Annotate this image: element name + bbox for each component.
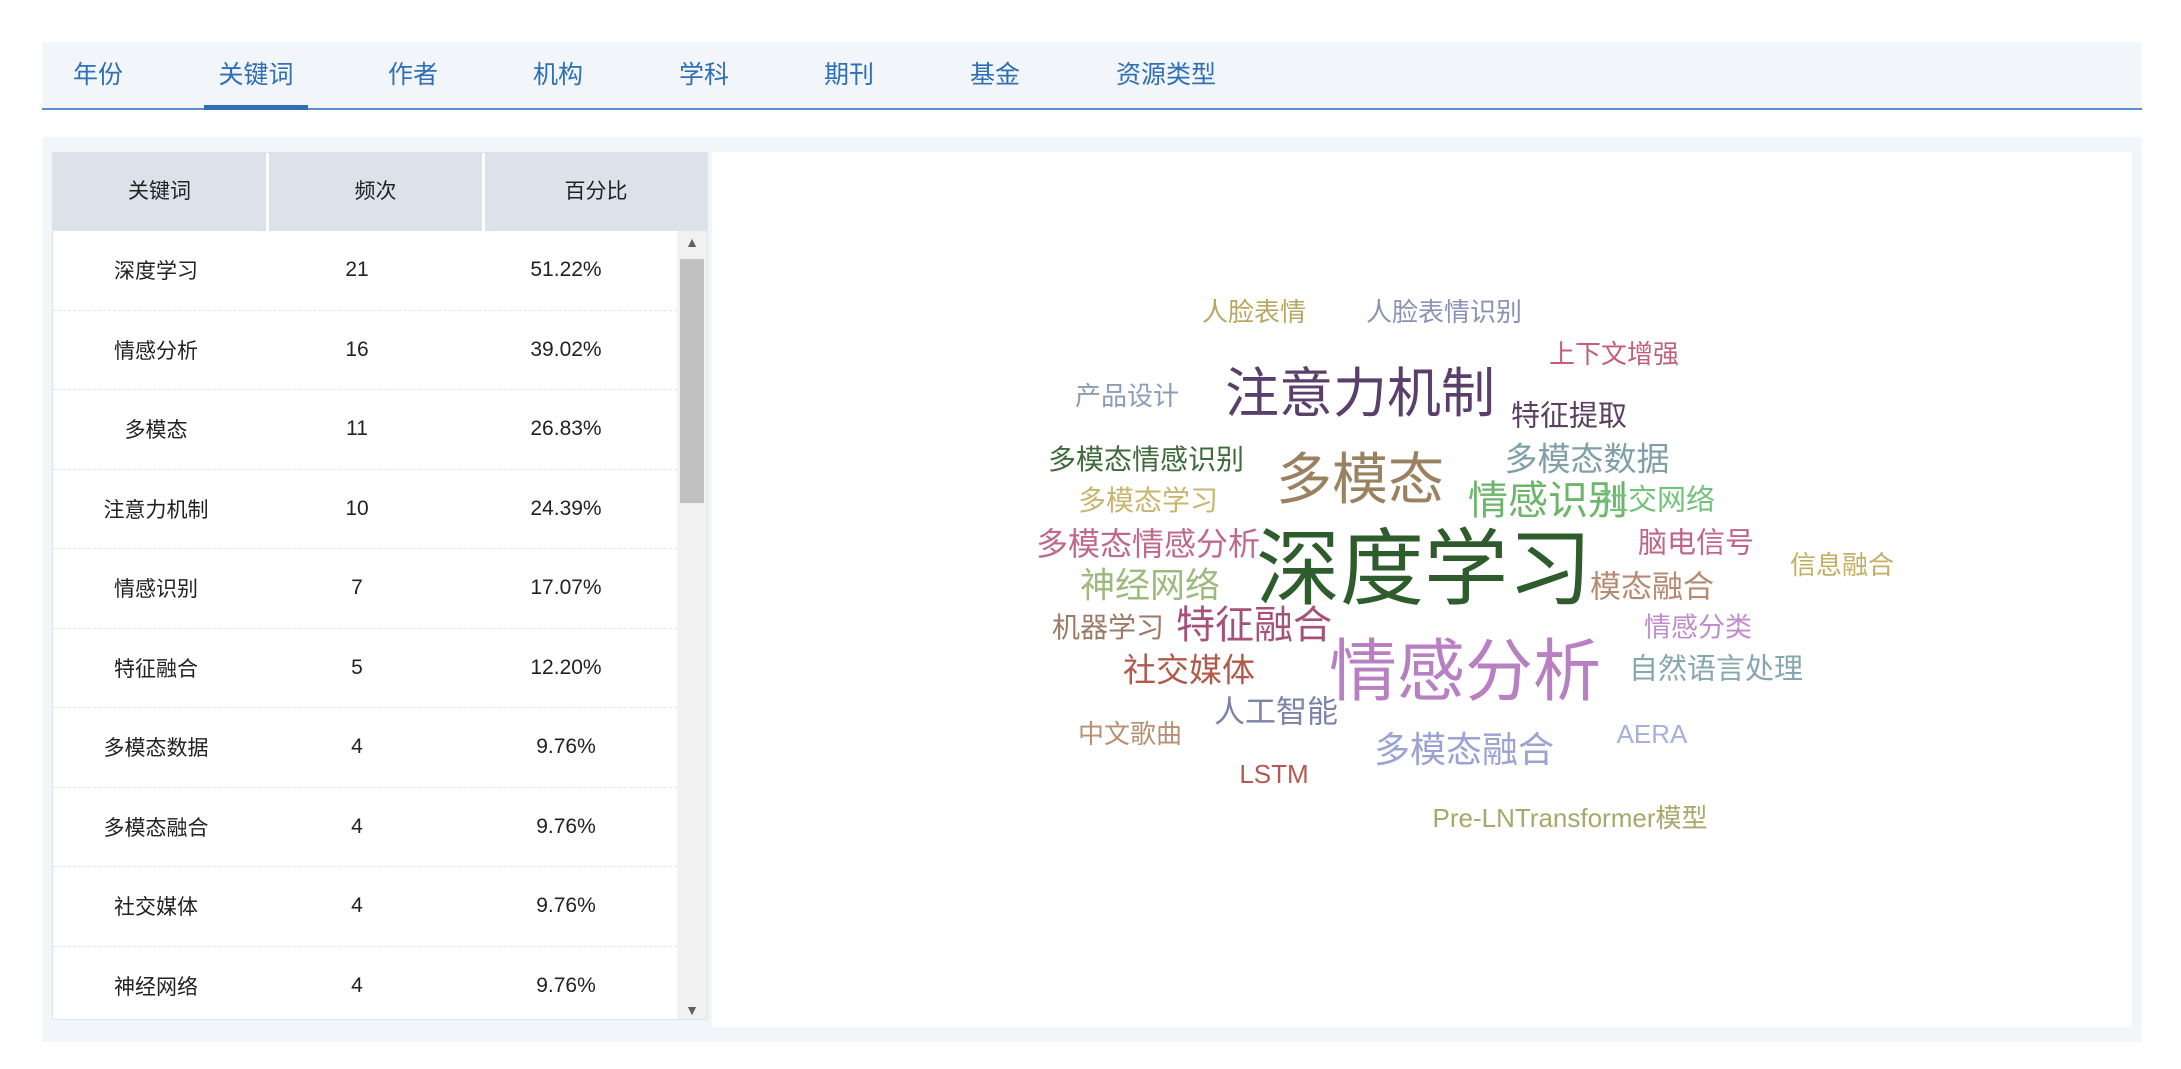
cell-percentage: 9.76% xyxy=(536,894,596,918)
word-cloud-word[interactable]: 社交媒体 xyxy=(1123,654,1255,687)
tab-institution[interactable]: 机构 xyxy=(532,42,584,108)
cell-keyword: 多模态数据 xyxy=(103,737,209,761)
word-cloud-word[interactable]: 人脸表情识别 xyxy=(1366,299,1522,325)
scrollbar-thumb[interactable] xyxy=(680,259,704,503)
word-cloud-word[interactable]: 脑电信号 xyxy=(1638,529,1754,559)
word-cloud-word[interactable]: Pre-LNTransformer模型 xyxy=(1433,805,1708,831)
cell-keyword: 社交媒体 xyxy=(114,896,198,920)
table-row[interactable]: 多模态 11 26.83% xyxy=(53,390,677,470)
word-cloud-word[interactable]: 多模态 xyxy=(1276,452,1444,508)
table-row[interactable]: 情感识别 7 17.07% xyxy=(53,549,677,629)
table-row[interactable]: 特征融合 5 12.20% xyxy=(53,629,677,708)
table-body: 深度学习 21 51.22% 情感分析 16 39.02% 多模态 11 26.83% 注意… xyxy=(53,231,677,1020)
word-cloud-word[interactable]: 多模态学习 xyxy=(1078,487,1218,515)
header-frequency[interactable]: 频次 xyxy=(269,153,485,231)
cell-keyword: 深度学习 xyxy=(114,260,198,284)
cell-percentage: 12.20% xyxy=(530,655,602,679)
word-cloud-word[interactable]: 特征融合 xyxy=(1176,607,1332,646)
tab-keyword[interactable]: 关键词 xyxy=(204,42,308,110)
tab-bar: 年份 关键词 作者 机构 学科 期刊 基金 资源类型 xyxy=(42,42,2142,110)
cell-frequency: 4 xyxy=(351,814,363,838)
word-cloud-word[interactable]: 机器学习 xyxy=(1052,614,1164,642)
tab-year[interactable]: 年份 xyxy=(72,42,124,108)
table-scrollbar[interactable]: ▲ ▼ xyxy=(677,231,707,1019)
cell-keyword: 特征融合 xyxy=(114,657,198,681)
tab-fund[interactable]: 基金 xyxy=(969,42,1021,108)
cell-frequency: 7 xyxy=(351,576,363,600)
cell-percentage: 26.83% xyxy=(530,417,602,441)
table-row[interactable]: 情感分析 16 39.02% xyxy=(53,311,677,390)
word-cloud-word[interactable]: LSTM xyxy=(1239,761,1308,787)
word-cloud-word[interactable]: 上下文增强 xyxy=(1549,341,1679,367)
table-row[interactable]: 多模态数据 4 9.76% xyxy=(53,708,677,788)
cell-keyword: 神经网络 xyxy=(114,975,198,999)
cell-percentage: 9.76% xyxy=(536,814,596,838)
table-row[interactable]: 多模态融合 4 9.76% xyxy=(53,788,677,867)
word-cloud-word[interactable]: 信息融合 xyxy=(1790,552,1894,578)
word-cloud-word[interactable]: 情感分类 xyxy=(1644,614,1752,642)
word-cloud-word[interactable]: 中文歌曲 xyxy=(1078,721,1182,747)
cell-keyword: 多模态 xyxy=(124,419,188,443)
cell-frequency: 16 xyxy=(345,337,369,361)
cell-keyword: 情感分析 xyxy=(114,339,198,363)
word-cloud-word[interactable]: 多模态情感识别 xyxy=(1048,446,1244,474)
cell-frequency: 4 xyxy=(351,973,363,997)
table-row[interactable]: 深度学习 21 51.22% xyxy=(53,231,677,311)
word-cloud-word[interactable]: 多模态数据 xyxy=(1505,443,1670,476)
cell-frequency: 5 xyxy=(351,655,363,679)
word-cloud-word[interactable]: 产品设计 xyxy=(1075,383,1179,409)
table-row[interactable]: 社交媒体 4 9.76% xyxy=(53,867,677,947)
cell-frequency: 10 xyxy=(345,496,369,520)
cell-percentage: 24.39% xyxy=(530,496,602,520)
cell-percentage: 9.76% xyxy=(536,735,596,759)
table-row[interactable]: 注意力机制 10 24.39% xyxy=(53,470,677,549)
word-cloud-word[interactable]: 注意力机制 xyxy=(1225,367,1495,421)
word-cloud-word[interactable]: 深度学习 xyxy=(1256,527,1592,611)
word-cloud-word[interactable]: 多模态融合 xyxy=(1374,732,1554,768)
cell-keyword: 多模态融合 xyxy=(103,816,209,840)
tab-journal[interactable]: 期刊 xyxy=(823,42,875,108)
keyword-table: 关键词 频次 百分比 深度学习 21 51.22% 情感分析 16 39.02% 多模态… xyxy=(52,152,708,1020)
cell-keyword: 情感识别 xyxy=(114,578,198,602)
word-cloud-panel: 人脸表情 人脸表情识别 上下文增强 产品设计 注意力机制 特征提取 多模态情感识别 多模态 多模… xyxy=(712,152,2132,1027)
word-cloud-word[interactable]: 情感分析 xyxy=(1329,638,1601,706)
cell-percentage: 51.22% xyxy=(530,258,602,282)
scroll-down-arrow-icon[interactable]: ▼ xyxy=(677,999,707,1019)
cell-keyword: 注意力机制 xyxy=(103,498,209,522)
cell-frequency: 4 xyxy=(351,735,363,759)
cell-frequency: 21 xyxy=(345,258,369,282)
word-cloud-word[interactable]: 人脸表情 xyxy=(1202,299,1306,325)
cell-percentage: 17.07% xyxy=(530,576,602,600)
header-keyword[interactable]: 关键词 xyxy=(53,153,269,231)
scroll-up-arrow-icon[interactable]: ▲ xyxy=(677,231,707,253)
word-cloud-word[interactable]: 自然语言处理 xyxy=(1629,655,1803,685)
table-row[interactable]: 神经网络 4 9.76% xyxy=(53,947,677,1020)
table-header: 关键词 频次 百分比 xyxy=(53,153,707,231)
tab-resource-type[interactable]: 资源类型 xyxy=(1114,42,1218,108)
header-percentage[interactable]: 百分比 xyxy=(485,153,707,231)
cell-percentage: 9.76% xyxy=(536,973,596,997)
tab-subject[interactable]: 学科 xyxy=(678,42,730,108)
word-cloud-word[interactable]: AERA xyxy=(1617,721,1688,747)
word-cloud-word[interactable]: 人工智能 xyxy=(1214,697,1338,728)
word-cloud-word[interactable]: 模态融合 xyxy=(1590,572,1714,603)
cell-frequency: 11 xyxy=(346,417,368,441)
word-cloud-word[interactable]: 特征提取 xyxy=(1511,402,1627,432)
word-cloud: 人脸表情 人脸表情识别 上下文增强 产品设计 注意力机制 特征提取 多模态情感识别 多模态 多模… xyxy=(712,152,2132,1027)
word-cloud-word[interactable]: 多模态情感分析 xyxy=(1036,528,1260,560)
cell-percentage: 39.02% xyxy=(530,337,602,361)
tab-author[interactable]: 作者 xyxy=(387,42,439,108)
word-cloud-word[interactable]: 神经网络 xyxy=(1080,569,1220,604)
cell-frequency: 4 xyxy=(351,894,363,918)
word-cloud-word[interactable]: 社交网络 xyxy=(1599,486,1715,516)
